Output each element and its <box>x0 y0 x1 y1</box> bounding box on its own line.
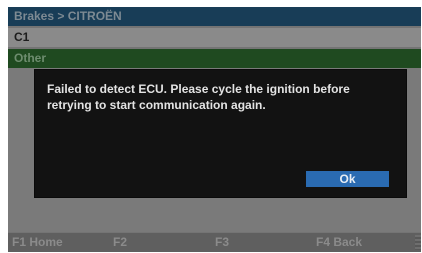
f4-back-key[interactable]: F4 Back <box>316 233 362 252</box>
error-dialog: Failed to detect ECU. Please cycle the i… <box>35 70 406 197</box>
f1-home-key[interactable]: F1 Home <box>12 233 63 252</box>
grip-icon <box>415 235 421 250</box>
ok-button[interactable]: Ok <box>306 171 389 187</box>
model-label: C1 <box>8 28 421 47</box>
category-label: Other <box>8 49 421 68</box>
f3-key[interactable]: F3 <box>215 233 229 252</box>
device-screen: Brakes > CITROËN C1 Other Failed to dete… <box>8 7 421 252</box>
breadcrumb: Brakes > CITROËN <box>8 7 421 26</box>
f2-key[interactable]: F2 <box>113 233 127 252</box>
function-key-bar: F1 Home F2 F3 F4 Back <box>8 233 421 252</box>
error-message: Failed to detect ECU. Please cycle the i… <box>47 82 350 112</box>
